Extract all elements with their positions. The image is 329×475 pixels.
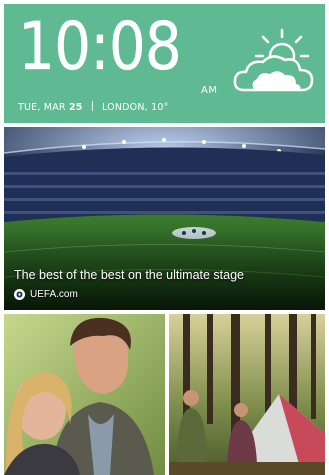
stadium-image [4, 127, 325, 310]
location-temperature: LONDON, 10° [102, 102, 169, 113]
partly-cloudy-icon [233, 28, 314, 92]
story-source: UEFA.com [14, 289, 78, 300]
date-day: TUE, MAR [18, 102, 66, 113]
camping-photo-tile[interactable] [169, 314, 325, 475]
clock-ampm: AM [201, 85, 218, 96]
couple-photo [4, 314, 165, 475]
clock-weather-panel[interactable]: 10:08 AM TUE, MAR 25 LONDON, 10° [4, 4, 325, 123]
story-headline: The best of the best on the ultimate sta… [14, 268, 245, 282]
story-source-label: UEFA.com [30, 289, 78, 300]
uefa-logo-icon [14, 289, 25, 300]
couple-photo-tile[interactable] [4, 314, 165, 475]
date-number: 25 [68, 102, 83, 113]
camping-photo [169, 314, 325, 475]
clock-time: 10:08 [18, 8, 182, 85]
date-location-line: TUE, MAR 25 LONDON, 10° [18, 101, 169, 113]
featured-story-card[interactable]: The best of the best on the ultimate sta… [4, 127, 325, 310]
divider [91, 101, 93, 111]
